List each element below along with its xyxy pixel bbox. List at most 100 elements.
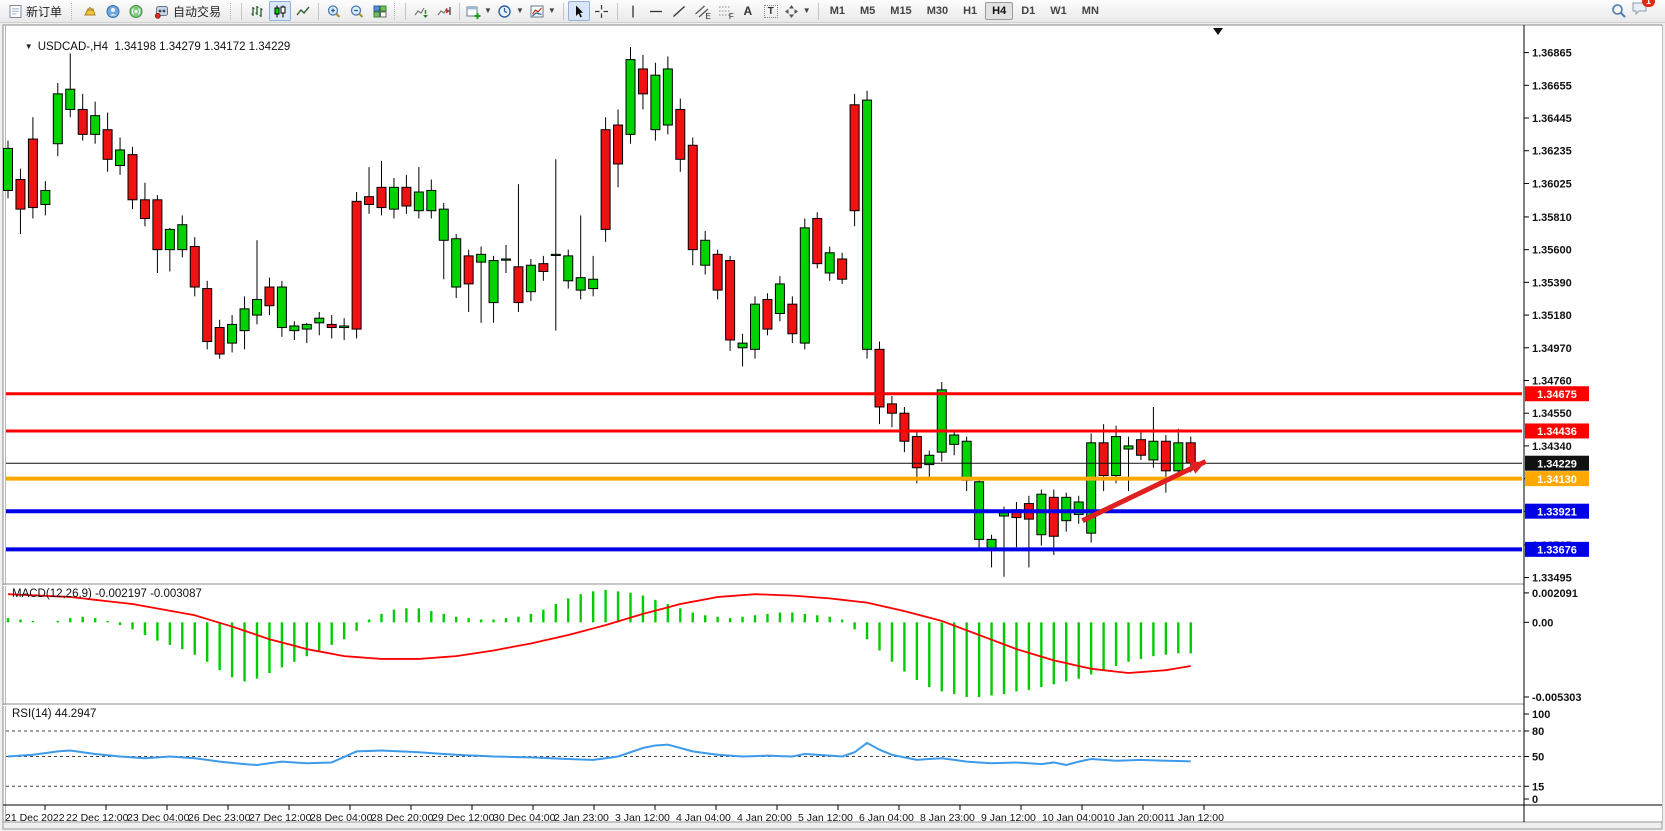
timeframe-w1-button[interactable]: W1 bbox=[1043, 2, 1074, 20]
timeframe-mn-button[interactable]: MN bbox=[1075, 2, 1106, 20]
crosshair-tool-button[interactable] bbox=[591, 1, 613, 21]
channel-e-label: E bbox=[705, 12, 710, 21]
svg-text:1.35180: 1.35180 bbox=[1532, 310, 1572, 322]
timeframe-m30-button[interactable]: M30 bbox=[920, 2, 955, 20]
new-chart-icon bbox=[465, 4, 481, 19]
period-button[interactable]: ▼ bbox=[496, 1, 527, 21]
cursor-tool-button[interactable] bbox=[568, 1, 590, 21]
toolbar-grip bbox=[394, 3, 399, 20]
auto-trading-label: 自动交易 bbox=[173, 3, 221, 20]
svg-text:-0.005303: -0.005303 bbox=[1532, 692, 1582, 704]
svg-text:100: 100 bbox=[1532, 709, 1550, 721]
svg-text:6 Jan 04:00: 6 Jan 04:00 bbox=[859, 812, 914, 824]
crosshair-icon bbox=[594, 4, 610, 19]
svg-text:0.002091: 0.002091 bbox=[1532, 588, 1578, 600]
trendline-tool-button[interactable] bbox=[668, 1, 690, 21]
auto-scroll-icon bbox=[413, 4, 429, 19]
timeframe-m1-button[interactable]: M1 bbox=[823, 2, 852, 20]
dropdown-caret-icon: ▼ bbox=[484, 7, 492, 15]
svg-text:4 Jan 20:00: 4 Jan 20:00 bbox=[737, 812, 792, 824]
zoom-in-icon bbox=[326, 4, 342, 19]
auto-trading-button[interactable]: 自动交易 bbox=[148, 1, 227, 21]
svg-text:1.34340: 1.34340 bbox=[1532, 441, 1572, 453]
toolbar-grip bbox=[230, 3, 235, 20]
chart-canvas[interactable]: 1.368651.366551.364451.362351.360251.358… bbox=[0, 0, 1665, 831]
deposit-button[interactable] bbox=[79, 1, 101, 21]
toolbar-separator bbox=[818, 3, 819, 20]
toolbar: 新订单 自动交易 bbox=[0, 0, 1665, 23]
bar-chart-icon bbox=[249, 4, 265, 19]
signals-button[interactable] bbox=[125, 1, 147, 21]
arrows-icon bbox=[784, 4, 800, 19]
svg-text:5 Jan 12:00: 5 Jan 12:00 bbox=[798, 812, 853, 824]
price-axis[interactable]: 1.368651.366551.364451.362351.360251.358… bbox=[1524, 25, 1662, 822]
notifications-button[interactable]: 1 bbox=[1631, 0, 1649, 22]
auto-scroll-button[interactable] bbox=[410, 1, 432, 21]
tile-windows-icon bbox=[372, 4, 388, 19]
svg-text:29 Dec 12:00: 29 Dec 12:00 bbox=[432, 812, 495, 824]
chart-menu-icon[interactable]: ▼ bbox=[25, 42, 33, 51]
community-button[interactable] bbox=[102, 1, 124, 21]
bar-chart-button[interactable] bbox=[246, 1, 268, 21]
vertical-line-tool-button[interactable] bbox=[622, 1, 644, 21]
chart-symbol-period: USDCAD-,H4 bbox=[38, 41, 108, 53]
svg-text:28 Dec 04:00: 28 Dec 04:00 bbox=[310, 812, 373, 824]
svg-text:1.33495: 1.33495 bbox=[1532, 573, 1572, 585]
toolbar-separator bbox=[617, 3, 618, 20]
rsi-indicator-label: RSI(14) 44.2947 bbox=[12, 708, 96, 720]
dropdown-caret-icon: ▼ bbox=[548, 7, 556, 15]
svg-text:1.33676: 1.33676 bbox=[1537, 545, 1577, 557]
timeframe-group: M1M5M15M30H1H4D1W1MN bbox=[823, 2, 1106, 20]
toolbar-separator bbox=[563, 3, 564, 20]
svg-text:10 Jan 20:00: 10 Jan 20:00 bbox=[1103, 812, 1164, 824]
candlestick-chart-button[interactable] bbox=[269, 1, 291, 21]
svg-text:1.34550: 1.34550 bbox=[1532, 408, 1572, 420]
new-order-button[interactable]: 新订单 bbox=[2, 1, 68, 21]
svg-text:1.35600: 1.35600 bbox=[1532, 245, 1572, 257]
toolbar-separator bbox=[459, 3, 460, 20]
arrows-tool-button[interactable]: ▼ bbox=[783, 1, 814, 21]
zoom-in-button[interactable] bbox=[323, 1, 345, 21]
zoom-out-button[interactable] bbox=[346, 1, 368, 21]
line-chart-button[interactable] bbox=[292, 1, 314, 21]
svg-text:27 Dec 12:00: 27 Dec 12:00 bbox=[249, 812, 312, 824]
chart-shift-button[interactable] bbox=[433, 1, 455, 21]
svg-text:0.00: 0.00 bbox=[1532, 617, 1553, 629]
label-tool-button[interactable]: T bbox=[760, 1, 782, 21]
svg-text:26 Dec 23:00: 26 Dec 23:00 bbox=[188, 812, 251, 824]
auto-trading-icon bbox=[154, 4, 170, 19]
dropdown-caret-icon: ▼ bbox=[803, 7, 811, 15]
timeframe-m5-button[interactable]: M5 bbox=[853, 2, 882, 20]
toolbar-grip bbox=[71, 3, 76, 20]
timeframe-d1-button[interactable]: D1 bbox=[1014, 2, 1042, 20]
new-order-label: 新订单 bbox=[26, 3, 62, 20]
timeframe-h1-button[interactable]: H1 bbox=[956, 2, 984, 20]
new-order-icon bbox=[8, 4, 23, 19]
svg-text:1.34675: 1.34675 bbox=[1537, 389, 1577, 401]
timeframe-h4-button[interactable]: H4 bbox=[985, 2, 1013, 20]
svg-text:1.36025: 1.36025 bbox=[1532, 178, 1572, 190]
svg-text:1.34229: 1.34229 bbox=[1537, 458, 1577, 470]
equidistant-channel-tool-button[interactable]: E bbox=[691, 1, 713, 21]
svg-text:10 Jan 04:00: 10 Jan 04:00 bbox=[1042, 812, 1103, 824]
horizontal-line-tool-button[interactable] bbox=[645, 1, 667, 21]
templates-button[interactable]: ▼ bbox=[528, 1, 559, 21]
svg-text:22 Dec 12:00: 22 Dec 12:00 bbox=[66, 812, 129, 824]
candlestick-chart-icon bbox=[272, 4, 288, 19]
svg-text:1.36865: 1.36865 bbox=[1532, 48, 1572, 60]
svg-text:15: 15 bbox=[1532, 781, 1544, 793]
text-tool-button[interactable]: A bbox=[737, 1, 759, 21]
svg-text:23 Dec 04:00: 23 Dec 04:00 bbox=[127, 812, 190, 824]
new-chart-button[interactable]: ▼ bbox=[464, 1, 495, 21]
svg-text:80: 80 bbox=[1532, 726, 1544, 738]
svg-text:1.34436: 1.34436 bbox=[1537, 426, 1577, 438]
fibonacci-tool-button[interactable]: F bbox=[714, 1, 736, 21]
clock-icon bbox=[497, 4, 513, 19]
cursor-icon bbox=[571, 4, 587, 19]
search-button[interactable] bbox=[1608, 1, 1630, 21]
toolbar-separator bbox=[318, 3, 319, 20]
tile-windows-button[interactable] bbox=[369, 1, 391, 21]
chart-ohlc-values: 1.34198 1.34279 1.34172 1.34229 bbox=[114, 41, 290, 53]
fibo-f-label: F bbox=[729, 12, 734, 21]
timeframe-m15-button[interactable]: M15 bbox=[883, 2, 918, 20]
